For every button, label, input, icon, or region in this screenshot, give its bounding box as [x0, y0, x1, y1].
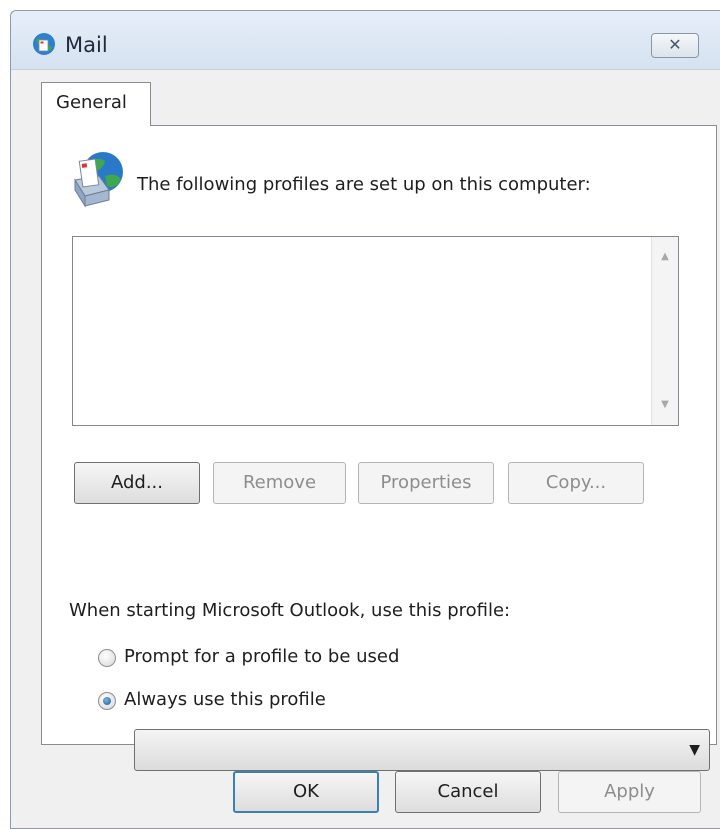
profiles-scrollbar[interactable]: ▲ ▼: [651, 237, 678, 425]
startup-profile-label: When starting Microsoft Outlook, use thi…: [69, 600, 511, 621]
scroll-down-icon[interactable]: ▼: [652, 393, 678, 417]
always-profile-label: Always use this profile: [124, 689, 326, 710]
apply-button[interactable]: Apply: [558, 771, 701, 813]
copy-profile-button[interactable]: Copy...: [508, 462, 644, 504]
close-button[interactable]: ✕: [651, 33, 699, 58]
prompt-profile-radio[interactable]: [98, 649, 116, 667]
tab-general[interactable]: General: [41, 82, 151, 126]
profiles-listbox[interactable]: ▲ ▼: [72, 236, 679, 426]
title-bar: Mail ✕: [11, 11, 720, 69]
window-title: Mail: [65, 33, 108, 57]
ok-button[interactable]: OK: [233, 771, 379, 813]
profile-properties-button[interactable]: Properties: [358, 462, 494, 504]
general-tab-panel: The following profiles are set up on thi…: [41, 125, 717, 771]
mail-globe-icon: [33, 33, 55, 55]
always-profile-dropdown[interactable]: ▼: [134, 729, 710, 771]
add-profile-button[interactable]: Add...: [74, 462, 200, 504]
mail-profiles-icon: [74, 152, 123, 208]
cancel-button[interactable]: Cancel: [395, 771, 541, 813]
close-icon: ✕: [668, 35, 682, 54]
always-profile-radio[interactable]: [98, 692, 116, 710]
scroll-up-icon[interactable]: ▲: [652, 245, 678, 269]
prompt-profile-label: Prompt for a profile to be used: [124, 646, 400, 667]
dialog-client-area: General The following profiles are set u…: [11, 69, 720, 828]
profiles-heading: The following profiles are set up on thi…: [137, 174, 591, 195]
dropdown-field[interactable]: [134, 729, 710, 771]
mail-dialog-window: Mail ✕ General The following profiles ar…: [10, 10, 720, 829]
remove-profile-button[interactable]: Remove: [213, 462, 346, 504]
chevron-down-icon[interactable]: ▼: [689, 742, 700, 758]
radio-selected-dot: [103, 697, 111, 705]
